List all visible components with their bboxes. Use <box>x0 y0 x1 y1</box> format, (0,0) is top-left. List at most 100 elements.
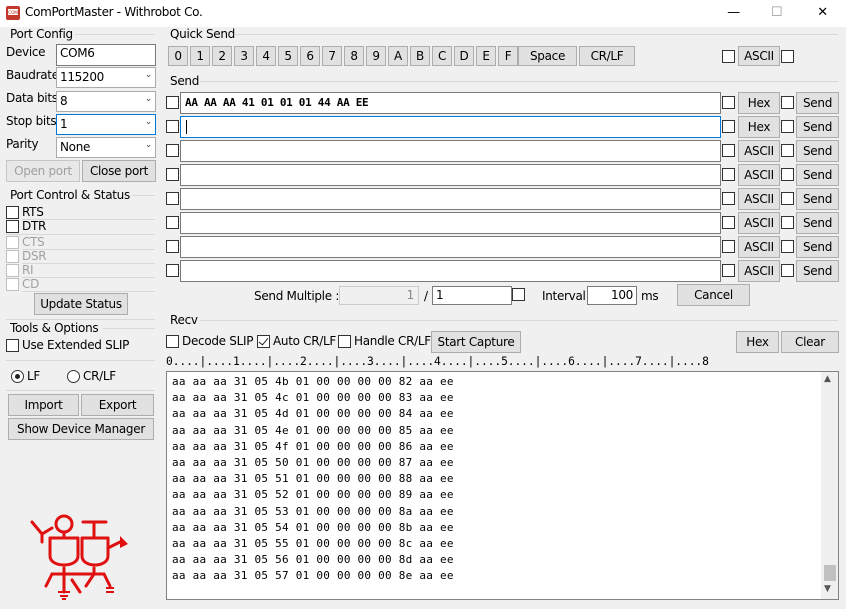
send-row-mode-checkbox[interactable] <box>722 240 735 253</box>
send-row-mode-checkbox[interactable] <box>722 216 735 229</box>
send-row-input[interactable] <box>180 188 721 210</box>
send-row-mode-button[interactable]: Hex <box>738 116 780 138</box>
send-row-send-button[interactable]: Send <box>796 188 839 210</box>
update-status-button[interactable]: Update Status <box>34 293 128 315</box>
send-row-auto-checkbox[interactable] <box>781 120 794 133</box>
send-row-mode-button[interactable]: ASCII <box>738 188 780 210</box>
auto-crlf-checkbox[interactable] <box>257 335 270 348</box>
send-row-checkbox[interactable] <box>166 168 179 181</box>
send-multiple-checkbox[interactable] <box>512 288 525 301</box>
recv-scrollbar[interactable]: ▲ ▼ <box>821 372 838 599</box>
send-row-checkbox[interactable] <box>166 240 179 253</box>
export-button[interactable]: Export <box>81 394 154 416</box>
quick-send-key-2[interactable]: 2 <box>212 46 232 66</box>
quick-send-ascii-button[interactable]: ASCII <box>738 46 780 66</box>
send-row-mode-button[interactable]: ASCII <box>738 260 780 282</box>
send-row-mode-button[interactable]: ASCII <box>738 212 780 234</box>
quick-send-key-c[interactable]: C <box>432 46 452 66</box>
handle-crlf-checkbox[interactable] <box>338 335 351 348</box>
parity-select[interactable]: None ⌄ <box>56 137 156 158</box>
quick-send-key-d[interactable]: D <box>454 46 474 66</box>
send-row-input[interactable] <box>180 164 721 186</box>
send-row-mode-checkbox[interactable] <box>722 192 735 205</box>
send-row-auto-checkbox[interactable] <box>781 192 794 205</box>
send-row-input[interactable] <box>180 260 721 282</box>
lf-radio[interactable] <box>11 370 24 383</box>
quick-send-key-b[interactable]: B <box>410 46 430 66</box>
decode-slip-checkbox[interactable] <box>166 335 179 348</box>
send-row-send-button[interactable]: Send <box>796 212 839 234</box>
scroll-thumb[interactable] <box>824 565 836 581</box>
scroll-down-icon[interactable]: ▼ <box>824 584 831 594</box>
quick-send-key-9[interactable]: 9 <box>366 46 386 66</box>
quick-send-space-button[interactable]: Space <box>518 46 577 66</box>
send-row-send-button[interactable]: Send <box>796 236 839 258</box>
send-row-mode-checkbox[interactable] <box>722 120 735 133</box>
quick-send-ascii-checkbox[interactable] <box>722 50 735 63</box>
extended-slip-checkbox[interactable] <box>6 339 19 352</box>
recv-textarea[interactable]: aa aa aa 31 05 4b 01 00 00 00 00 82 aa e… <box>166 371 839 600</box>
dtr-checkbox[interactable] <box>6 220 19 233</box>
send-row-checkbox[interactable] <box>166 144 179 157</box>
send-row-mode-button[interactable]: ASCII <box>738 164 780 186</box>
send-row-input[interactable] <box>180 116 721 138</box>
send-row-checkbox[interactable] <box>166 216 179 229</box>
open-port-button[interactable]: Open port <box>6 160 80 182</box>
send-row-input[interactable] <box>180 140 721 162</box>
minimize-button[interactable]: — <box>711 2 756 24</box>
send-row-send-button[interactable]: Send <box>796 92 839 114</box>
send-row-auto-checkbox[interactable] <box>781 264 794 277</box>
quick-send-key-7[interactable]: 7 <box>322 46 342 66</box>
start-capture-button[interactable]: Start Capture <box>431 331 521 353</box>
send-row-mode-checkbox[interactable] <box>722 264 735 277</box>
send-row-mode-button[interactable]: ASCII <box>738 236 780 258</box>
quick-send-key-f[interactable]: F <box>498 46 518 66</box>
send-multiple-total-field[interactable]: 1 <box>432 286 512 305</box>
crlf-radio[interactable] <box>67 370 80 383</box>
send-row-auto-checkbox[interactable] <box>781 96 794 109</box>
quick-send-key-6[interactable]: 6 <box>300 46 320 66</box>
send-row-auto-checkbox[interactable] <box>781 144 794 157</box>
send-row-send-button[interactable]: Send <box>796 140 839 162</box>
close-port-button[interactable]: Close port <box>82 160 156 182</box>
quick-send-crlf-button[interactable]: CR/LF <box>579 46 635 66</box>
send-row-send-button[interactable]: Send <box>796 164 839 186</box>
clear-button[interactable]: Clear <box>781 331 839 353</box>
send-row-auto-checkbox[interactable] <box>781 216 794 229</box>
send-row-input[interactable]: AA AA AA 41 01 01 01 44 AA EE <box>180 92 721 114</box>
send-row-mode-checkbox[interactable] <box>722 144 735 157</box>
rts-checkbox[interactable] <box>6 206 19 219</box>
scroll-up-icon[interactable]: ▲ <box>824 374 831 384</box>
send-row-checkbox[interactable] <box>166 120 179 133</box>
send-row-auto-checkbox[interactable] <box>781 240 794 253</box>
maximize-button[interactable]: ☐ <box>754 2 799 24</box>
device-field[interactable]: COM6 <box>56 44 156 66</box>
send-row-checkbox[interactable] <box>166 264 179 277</box>
cancel-button[interactable]: Cancel <box>677 284 750 306</box>
send-row-input[interactable] <box>180 212 721 234</box>
baudrate-select[interactable]: 115200 ⌄ <box>56 67 156 88</box>
quick-send-extra-checkbox[interactable] <box>781 50 794 63</box>
send-row-send-button[interactable]: Send <box>796 116 839 138</box>
send-row-auto-checkbox[interactable] <box>781 168 794 181</box>
quick-send-key-5[interactable]: 5 <box>278 46 298 66</box>
send-row-checkbox[interactable] <box>166 96 179 109</box>
quick-send-key-a[interactable]: A <box>388 46 408 66</box>
show-device-manager-button[interactable]: Show Device Manager <box>8 418 154 440</box>
close-button[interactable]: ✕ <box>800 2 845 24</box>
quick-send-key-8[interactable]: 8 <box>344 46 364 66</box>
databits-select[interactable]: 8 ⌄ <box>56 91 156 112</box>
send-row-mode-button[interactable]: Hex <box>738 92 780 114</box>
recv-hex-button[interactable]: Hex <box>736 331 779 353</box>
send-row-checkbox[interactable] <box>166 192 179 205</box>
quick-send-key-0[interactable]: 0 <box>168 46 188 66</box>
send-row-mode-button[interactable]: ASCII <box>738 140 780 162</box>
quick-send-key-4[interactable]: 4 <box>256 46 276 66</box>
send-row-input[interactable] <box>180 236 721 258</box>
send-row-send-button[interactable]: Send <box>796 260 839 282</box>
quick-send-key-e[interactable]: E <box>476 46 496 66</box>
import-button[interactable]: Import <box>8 394 79 416</box>
send-row-mode-checkbox[interactable] <box>722 96 735 109</box>
send-row-mode-checkbox[interactable] <box>722 168 735 181</box>
quick-send-key-3[interactable]: 3 <box>234 46 254 66</box>
